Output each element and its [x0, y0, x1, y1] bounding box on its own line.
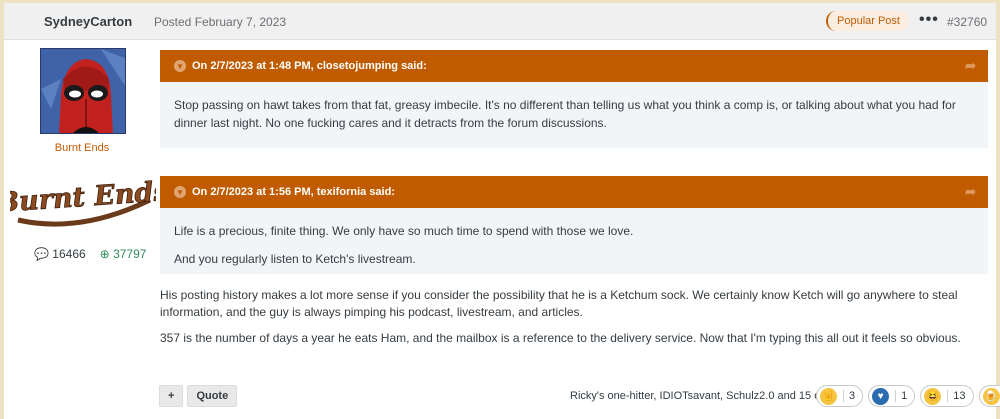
- author-name-link[interactable]: SydneyCarton: [44, 14, 132, 29]
- laugh-icon: 😆: [924, 387, 942, 405]
- reactions-bar: 🤘 3 ♥ 1 😆 13 🍺 1: [816, 385, 1000, 407]
- post-number-link[interactable]: #32760: [947, 15, 987, 29]
- post-body: His posting history makes a lot more sen…: [160, 287, 990, 356]
- reaction-laugh[interactable]: 😆 13: [920, 385, 974, 407]
- chevron-down-icon[interactable]: ▼: [174, 186, 186, 198]
- svg-text:Burnt Ends: Burnt Ends: [10, 176, 156, 219]
- share-arrow-icon[interactable]: ➦: [965, 184, 976, 200]
- multiquote-add-button[interactable]: +: [159, 385, 184, 407]
- chevron-down-icon[interactable]: ▼: [174, 60, 186, 72]
- post-paragraph: His posting history makes a lot more sen…: [160, 288, 958, 319]
- post-paragraph: 357 is the number of days a year he eats…: [160, 331, 961, 345]
- post-header: SydneyCarton Posted February 7, 2023 Pop…: [4, 0, 996, 40]
- quote-citation: On 2/7/2023 at 1:56 PM, texifornia said:: [192, 186, 395, 198]
- quote-header[interactable]: ▼ On 2/7/2023 at 1:56 PM, texifornia sai…: [160, 176, 988, 208]
- post-count: 💬 16466: [34, 247, 86, 261]
- quote-citation: On 2/7/2023 at 1:48 PM, closetojumping s…: [192, 60, 427, 72]
- like-icon: ♥: [872, 387, 890, 405]
- avatar[interactable]: [40, 48, 126, 134]
- share-arrow-icon[interactable]: ➦: [965, 58, 976, 74]
- popular-post-badge: Popular Post: [826, 11, 909, 31]
- beer-icon: 🍺: [982, 387, 1000, 405]
- quote-block: ▼ On 2/7/2023 at 1:56 PM, texifornia sai…: [160, 176, 988, 274]
- quote-paragraph: And you regularly listen to Ketch's live…: [174, 252, 416, 266]
- quote-body: Stop passing on hawt takes from that fat…: [160, 82, 988, 148]
- post-actions: + Quote: [159, 385, 238, 407]
- quote-paragraph: Stop passing on hawt takes from that fat…: [174, 98, 956, 130]
- reaction-count: 3: [843, 390, 855, 402]
- post-date[interactable]: Posted February 7, 2023: [154, 15, 286, 29]
- comment-icon: 💬: [34, 247, 49, 261]
- ellipsis-icon[interactable]: •••: [919, 11, 939, 29]
- author-stats: 💬 16466 ⊕ 37797: [34, 247, 146, 261]
- reaction-count: 13: [947, 390, 966, 402]
- forum-post: SydneyCarton Posted February 7, 2023 Pop…: [0, 0, 1000, 419]
- quote-paragraph: Life is a precious, finite thing. We onl…: [174, 224, 634, 238]
- plus-circle-icon: ⊕: [99, 247, 110, 261]
- rank-logo-image: Burnt Ends: [0, 172, 170, 234]
- reputation-count[interactable]: ⊕ 37797: [100, 247, 147, 261]
- quote-button[interactable]: Quote: [187, 385, 238, 407]
- rank-label: Burnt Ends: [54, 142, 110, 154]
- rock-on-icon: 🤘: [820, 387, 837, 405]
- quote-block: ▼ On 2/7/2023 at 1:48 PM, closetojumping…: [160, 50, 988, 148]
- reaction-rock-on[interactable]: 🤘 3: [816, 385, 864, 407]
- quote-header[interactable]: ▼ On 2/7/2023 at 1:48 PM, closetojumping…: [160, 50, 988, 82]
- reaction-beer[interactable]: 🍺 1: [978, 385, 1000, 407]
- reaction-like[interactable]: ♥ 1: [868, 385, 916, 407]
- quote-body: Life is a precious, finite thing. We onl…: [160, 208, 988, 284]
- reactions-summary-link[interactable]: Ricky's one-hitter, IDIOTsavant, Schulz2…: [570, 390, 845, 402]
- reaction-count: 1: [895, 390, 907, 402]
